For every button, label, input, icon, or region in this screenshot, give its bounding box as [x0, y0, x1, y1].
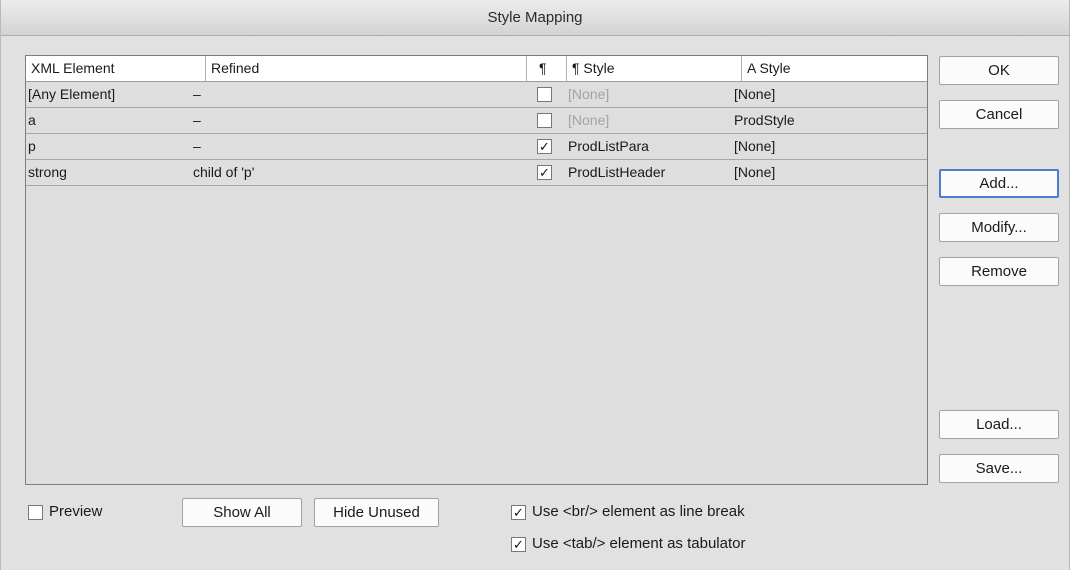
- load-button[interactable]: Load...: [939, 410, 1059, 439]
- row-refined: –: [193, 86, 201, 102]
- remove-button[interactable]: Remove: [939, 257, 1059, 286]
- br-line-break-label[interactable]: Use <br/> element as line break: [532, 502, 745, 522]
- row-element: p: [28, 138, 36, 154]
- row-char-style[interactable]: ProdStyle: [734, 108, 795, 133]
- row-para-style[interactable]: ProdListPara: [568, 134, 649, 159]
- table-row[interactable]: p – ✓ ProdListPara [None]: [26, 134, 927, 160]
- row-para-style[interactable]: [None]: [568, 82, 609, 107]
- row-para-checkbox[interactable]: ✓: [537, 139, 552, 154]
- row-para-checkbox[interactable]: [537, 87, 552, 102]
- row-refined: –: [193, 112, 201, 128]
- row-element: [Any Element]: [28, 86, 116, 102]
- table-row[interactable]: strong child of 'p' ✓ ProdListHeader [No…: [26, 160, 927, 186]
- preview-checkbox[interactable]: [28, 505, 43, 520]
- row-para-style[interactable]: ProdListHeader: [568, 160, 665, 185]
- hide-unused-button[interactable]: Hide Unused: [314, 498, 439, 527]
- add-button[interactable]: Add...: [939, 169, 1059, 198]
- row-refined: –: [193, 138, 201, 154]
- table-header: XML Element Refined ¶ ¶ Style A Style: [26, 56, 927, 82]
- table-row[interactable]: a – [None] ProdStyle: [26, 108, 927, 134]
- row-char-style[interactable]: [None]: [734, 134, 775, 159]
- header-xml-element[interactable]: XML Element: [26, 56, 206, 81]
- header-char-style[interactable]: A Style: [742, 56, 927, 81]
- row-para-style[interactable]: [None]: [568, 108, 609, 133]
- row-char-style[interactable]: [None]: [734, 160, 775, 185]
- ok-button[interactable]: OK: [939, 56, 1059, 85]
- header-para-style[interactable]: ¶ Style: [567, 56, 742, 81]
- style-mapping-dialog: Style Mapping XML Element Refined ¶ ¶ St…: [0, 0, 1070, 570]
- br-line-break-checkbox[interactable]: ✓: [511, 505, 526, 520]
- modify-button[interactable]: Modify...: [939, 213, 1059, 242]
- row-para-checkbox[interactable]: ✓: [537, 165, 552, 180]
- row-char-style[interactable]: [None]: [734, 82, 775, 107]
- row-element: strong: [28, 164, 67, 180]
- show-all-button[interactable]: Show All: [182, 498, 302, 527]
- dialog-title: Style Mapping: [1, 0, 1069, 36]
- style-mapping-table[interactable]: XML Element Refined ¶ ¶ Style A Style [A…: [25, 55, 928, 485]
- table-row[interactable]: [Any Element] – [None] [None]: [26, 82, 927, 108]
- header-refined[interactable]: Refined: [206, 56, 527, 81]
- tab-tabulator-checkbox[interactable]: ✓: [511, 537, 526, 552]
- save-button[interactable]: Save...: [939, 454, 1059, 483]
- preview-label[interactable]: Preview: [49, 502, 102, 522]
- tab-tabulator-label[interactable]: Use <tab/> element as tabulator: [532, 534, 745, 554]
- header-para-toggle[interactable]: ¶: [527, 56, 567, 81]
- cancel-button[interactable]: Cancel: [939, 100, 1059, 129]
- row-refined: child of 'p': [193, 164, 255, 180]
- row-element: a: [28, 112, 36, 128]
- row-para-checkbox[interactable]: [537, 113, 552, 128]
